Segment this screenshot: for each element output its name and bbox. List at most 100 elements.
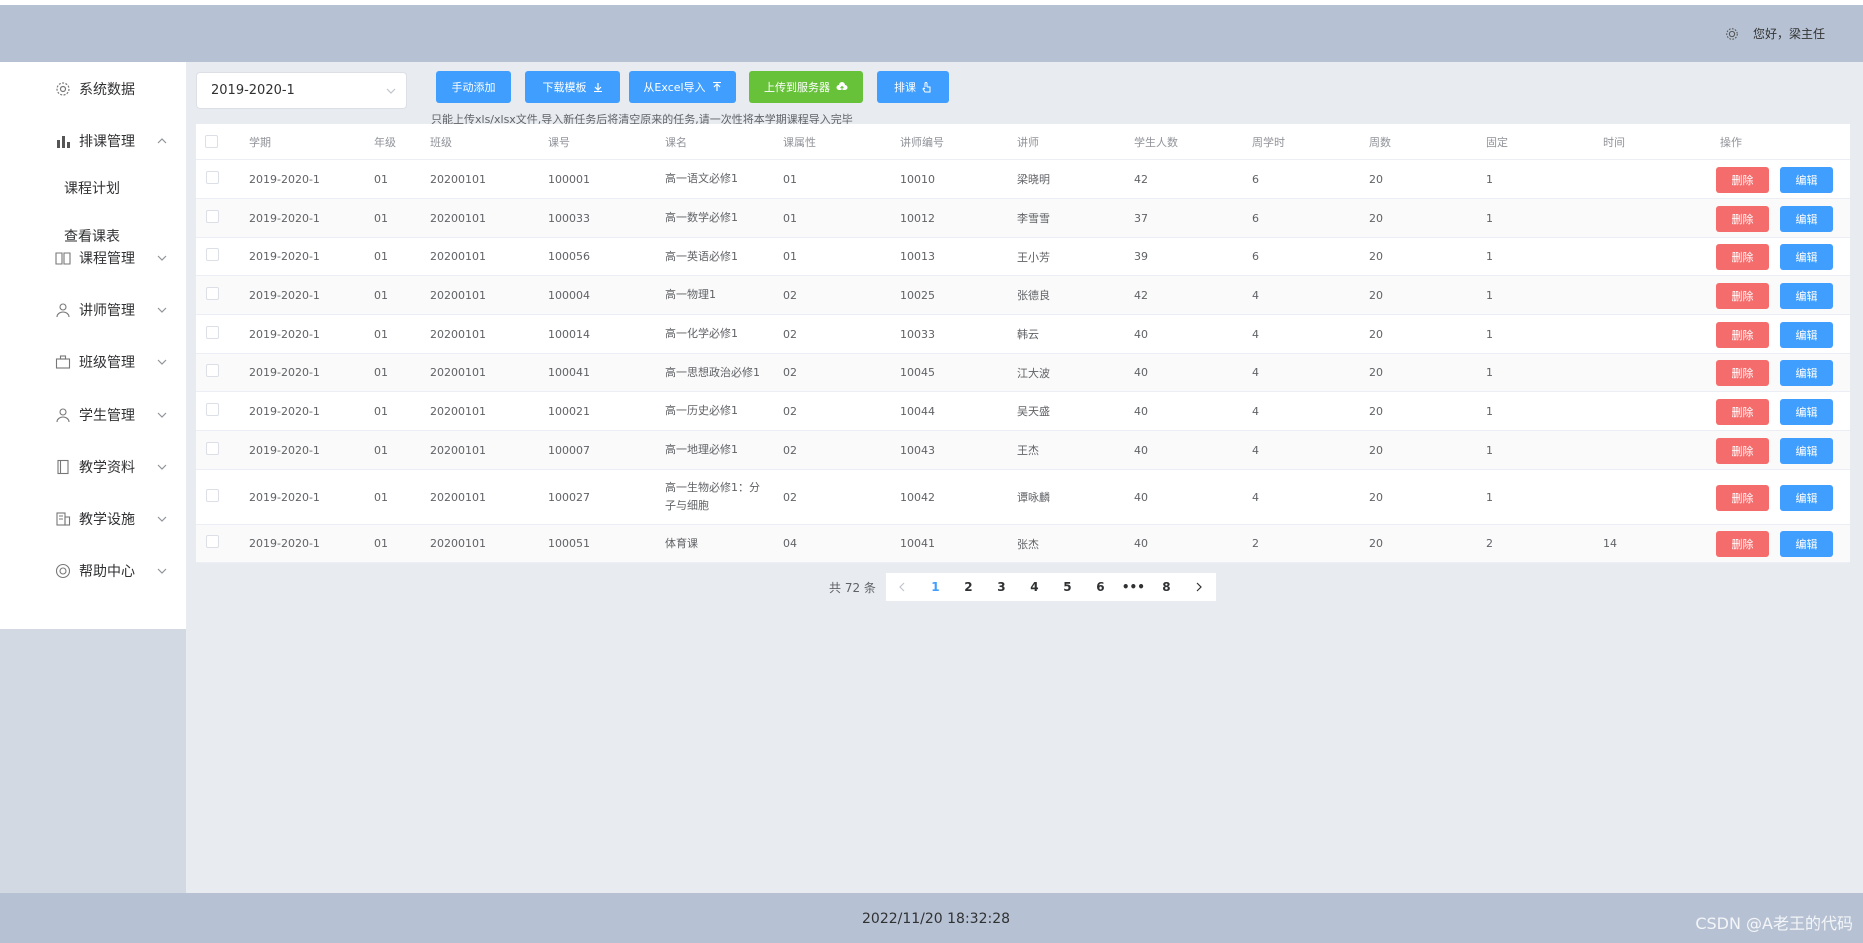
table-cell: 2019-2020-1: [249, 490, 320, 504]
delete-button[interactable]: 删除: [1716, 206, 1769, 232]
page-number[interactable]: •••: [1117, 580, 1150, 594]
edit-button[interactable]: 编辑: [1780, 485, 1833, 511]
prev-page-button[interactable]: [886, 573, 919, 601]
page-number[interactable]: 8: [1150, 580, 1183, 594]
sidebar-item-label: 讲师管理: [79, 303, 135, 319]
delete-button[interactable]: 删除: [1716, 283, 1769, 309]
row-checkbox[interactable]: [206, 442, 219, 455]
chevron-up-icon: [157, 138, 167, 144]
schedule-button[interactable]: 排课: [877, 71, 949, 103]
page-number[interactable]: 2: [952, 580, 985, 594]
table-row: 2019-2020-1 01 20200101 100007 高一地理必修1 02 1004…: [196, 431, 1850, 470]
table-cell: 体育课: [665, 536, 698, 550]
row-checkbox[interactable]: [206, 210, 219, 223]
page-number[interactable]: 5: [1051, 580, 1084, 594]
table-cell: 20200101: [430, 250, 486, 263]
page-number[interactable]: 4: [1018, 580, 1051, 594]
table-cell: 01: [374, 443, 388, 457]
sidebar-item-label: 学生管理: [79, 408, 135, 424]
sidebar-item-2[interactable]: 排课管理: [0, 121, 186, 161]
footer-datetime: 2022/11/20 18:32:28: [862, 911, 1011, 927]
table-cell: 20: [1369, 288, 1383, 302]
row-checkbox[interactable]: [206, 171, 219, 184]
sidebar-item-8[interactable]: 教学设施: [0, 499, 186, 539]
edit-button[interactable]: 编辑: [1780, 206, 1833, 232]
page-number[interactable]: 3: [985, 580, 1018, 594]
user-info[interactable]: 您好， 梁主任: [1725, 25, 1825, 42]
row-checkbox[interactable]: [206, 535, 219, 548]
next-page-button[interactable]: [1183, 573, 1216, 601]
table-cell: 高一化学必修1: [665, 327, 738, 340]
delete-button[interactable]: 删除: [1716, 322, 1769, 348]
column-header: 时间: [1603, 135, 1625, 149]
row-checkbox[interactable]: [206, 489, 219, 502]
delete-button[interactable]: 删除: [1716, 167, 1769, 193]
sidebar-item-4[interactable]: 讲师管理: [0, 290, 186, 330]
semester-select[interactable]: 2019-2020-1: [196, 72, 407, 109]
page-number[interactable]: 6: [1084, 580, 1117, 594]
table-cell: 100001: [548, 172, 590, 186]
table-cell: 2019-2020-1: [249, 366, 320, 379]
upload-server-label: 上传到服务器: [764, 81, 830, 94]
download-template-button[interactable]: 下载模板: [525, 71, 620, 103]
row-checkbox[interactable]: [206, 326, 219, 339]
sidebar-item-1[interactable]: 系统数据: [0, 69, 186, 109]
delete-button[interactable]: 删除: [1716, 399, 1769, 425]
table-cell: 1: [1486, 288, 1493, 302]
sidebar-item-6[interactable]: 学生管理: [0, 395, 186, 435]
row-checkbox[interactable]: [206, 287, 219, 300]
edit-button[interactable]: 编辑: [1780, 531, 1833, 557]
table-cell: 02: [783, 490, 797, 504]
manual-add-button[interactable]: 手动添加: [436, 71, 511, 103]
edit-button[interactable]: 编辑: [1780, 360, 1833, 386]
table-cell: 20200101: [430, 327, 486, 341]
column-header: 周数: [1369, 135, 1391, 149]
row-checkbox[interactable]: [206, 248, 219, 261]
table-cell: 100014: [548, 327, 590, 341]
sidebar-item-7[interactable]: 教学资料: [0, 447, 186, 487]
row-checkbox[interactable]: [206, 364, 219, 377]
edit-button[interactable]: 编辑: [1780, 167, 1833, 193]
page-number[interactable]: 1: [919, 580, 952, 594]
table-cell: 1: [1486, 490, 1493, 504]
delete-button[interactable]: 删除: [1716, 531, 1769, 557]
delete-button[interactable]: 删除: [1716, 485, 1769, 511]
sidebar-item-5[interactable]: 班级管理: [0, 342, 186, 382]
edit-button[interactable]: 编辑: [1780, 438, 1833, 464]
sidebar-subitem-2[interactable]: 查看课表: [0, 218, 186, 254]
delete-button[interactable]: 删除: [1716, 438, 1769, 464]
table-cell: 40: [1134, 366, 1148, 379]
table-cell: 20200101: [430, 537, 486, 550]
row-checkbox[interactable]: [206, 403, 219, 416]
user-icon: [56, 303, 70, 318]
table-cell: 10043: [900, 443, 935, 457]
column-header: 班级: [430, 135, 452, 149]
table-row: 2019-2020-1 01 20200101 100041 高一思想政治必修1 02 10…: [196, 354, 1850, 392]
sidebar-item-9[interactable]: 帮助中心: [0, 551, 186, 591]
table-cell: 1: [1486, 172, 1493, 186]
table-cell: 韩云: [1017, 328, 1039, 341]
delete-button[interactable]: 删除: [1716, 360, 1769, 386]
delete-button[interactable]: 删除: [1716, 244, 1769, 270]
select-all-checkbox[interactable]: [205, 135, 218, 148]
table-cell: 01: [783, 172, 797, 186]
chevron-down-icon: [157, 307, 167, 313]
gear-icon[interactable]: [1725, 27, 1739, 41]
edit-button[interactable]: 编辑: [1780, 399, 1833, 425]
table-cell: 10025: [900, 288, 935, 302]
edit-button[interactable]: 编辑: [1780, 322, 1833, 348]
edit-button[interactable]: 编辑: [1780, 283, 1833, 309]
notebook-icon: [57, 459, 69, 475]
edit-button[interactable]: 编辑: [1780, 244, 1833, 270]
table-cell: 2019-2020-1: [249, 211, 320, 225]
chevron-down-icon: [157, 412, 167, 418]
table-cell: 梁晓明: [1017, 173, 1050, 186]
table-cell: 6: [1252, 211, 1259, 225]
table-cell: 4: [1252, 327, 1259, 341]
excel-import-button[interactable]: 从Excel导入: [629, 71, 736, 103]
table-cell: 01: [374, 537, 388, 550]
upload-server-button[interactable]: 上传到服务器: [749, 71, 863, 103]
sidebar-item-label: 班级管理: [79, 355, 135, 371]
upload-icon: [712, 82, 721, 91]
sidebar-subitem-1[interactable]: 课程计划: [0, 170, 186, 206]
